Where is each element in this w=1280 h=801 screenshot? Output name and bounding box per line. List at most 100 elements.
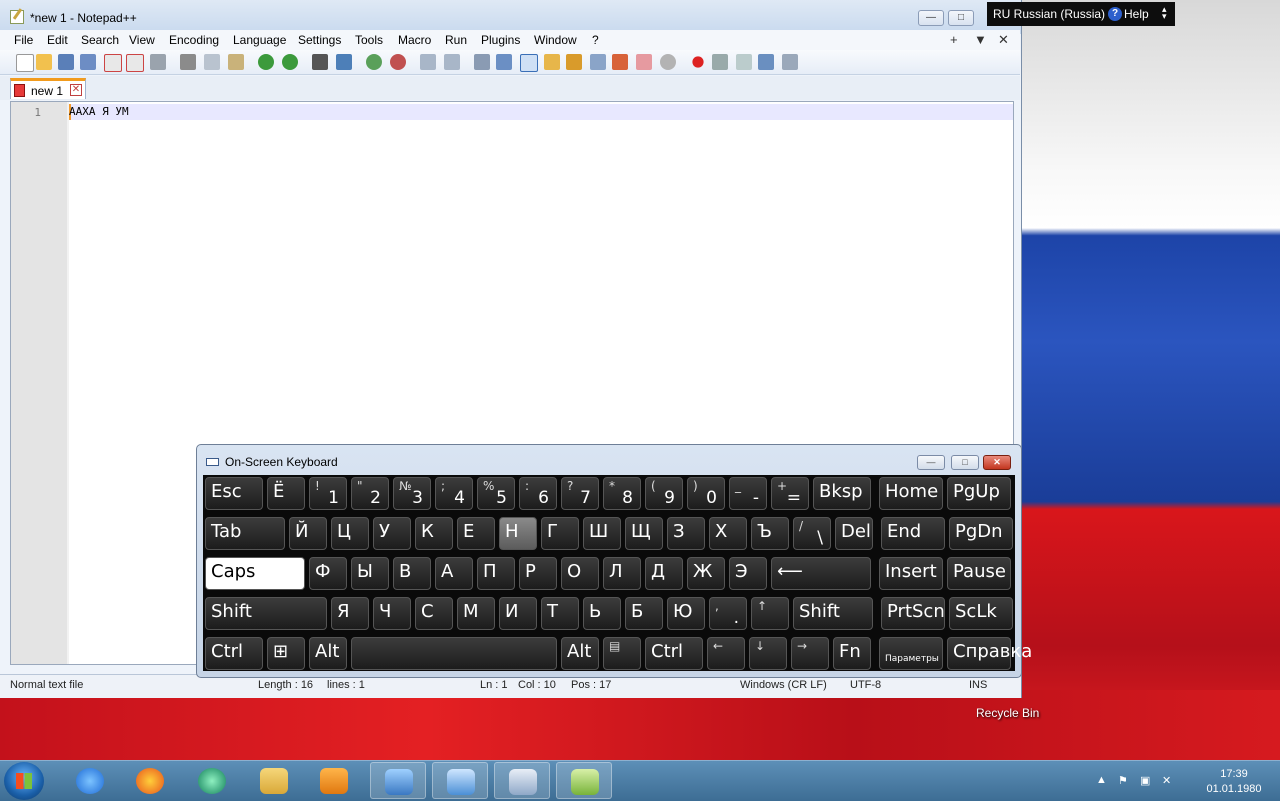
key-Ctrl[interactable]: Ctrl [645,637,703,670]
key-Ч[interactable]: Ч [373,597,411,630]
key-Del[interactable]: Del [835,517,873,550]
key-Fn[interactable]: Fn [833,637,871,670]
function-list-icon[interactable] [590,54,606,70]
key-⟵[interactable]: ⟵ [771,557,871,590]
osk-close-button[interactable]: ✕ [983,455,1011,470]
key-К[interactable]: К [415,517,453,550]
langbar-options-icon[interactable]: ▴ ▾ [1162,5,1167,21]
key-Bksp[interactable]: Bksp [813,477,871,510]
print-icon[interactable] [150,54,166,70]
key-*[interactable]: * 8 [603,477,641,510]
key-Tab[interactable]: Tab [205,517,285,550]
taskbar-on-screen-keyboard[interactable] [494,762,550,799]
monitoring-icon[interactable] [636,54,652,70]
key-Alt[interactable]: Alt [561,637,599,670]
maximize-button[interactable]: □ [948,10,974,26]
key-Й[interactable]: Й [289,517,327,550]
menu-encoding[interactable]: Encoding [169,33,219,47]
taskbar-chat-app[interactable] [184,762,240,799]
new-tab-icon[interactable]: + [950,32,958,47]
key-"[interactable]: " 2 [351,477,389,510]
key-Ы[interactable]: Ы [351,557,389,590]
taskbar-media-player[interactable] [306,762,362,799]
show-all-chars-icon[interactable] [496,54,512,70]
key-:[interactable]: :6 [519,477,557,510]
word-wrap-icon[interactable] [474,54,490,70]
key-Х[interactable]: Х [709,517,747,550]
macro-stop-icon[interactable] [712,54,728,70]
key-![interactable]: ! 1 [309,477,347,510]
menu-view[interactable]: View [129,33,155,47]
menu-plugins[interactable]: Plugins [481,33,520,47]
key-Р[interactable]: Р [519,557,557,590]
show-hidden-icons-icon[interactable]: ▲ [1096,774,1110,788]
menu-macro[interactable]: Macro [398,33,431,47]
macro-run-multiple-icon[interactable] [758,54,774,70]
help-link[interactable]: Help [1124,7,1149,21]
key-П[interactable]: П [477,557,515,590]
key-Т[interactable]: Т [541,597,579,630]
key-А[interactable]: А [435,557,473,590]
key-Ь[interactable]: Ь [583,597,621,630]
save-icon[interactable] [58,54,74,70]
user-language-icon[interactable] [544,54,560,70]
key-№[interactable]: № 3 [393,477,431,510]
key-↑[interactable]: ↑ [751,597,789,630]
key-Б[interactable]: Б [625,597,663,630]
key-В[interactable]: В [393,557,431,590]
zoom-out-icon[interactable] [390,54,406,70]
find-icon[interactable] [312,54,328,70]
sync-vertical-icon[interactable] [420,54,436,70]
key-PgUp[interactable]: PgUp [947,477,1011,510]
indent-guide-icon[interactable] [520,54,538,72]
close-all-icon[interactable] [126,54,144,72]
key-Д[interactable]: Д [645,557,683,590]
taskbar-notepad-plus-plus[interactable] [556,762,612,799]
key-,[interactable]: ,. [709,597,747,630]
key-;[interactable]: ; 4 [435,477,473,510]
key-/[interactable]: / \ [793,517,831,550]
document-map-icon[interactable] [566,54,582,70]
key-→[interactable]: → [791,637,829,670]
key-Л[interactable]: Л [603,557,641,590]
help-icon[interactable]: ? [1108,7,1122,21]
key-Справка[interactable]: Справка [947,637,1032,670]
recycle-bin-label[interactable]: Recycle Bin [976,706,1039,720]
clock[interactable]: 17:39 01.01.1980 [1194,767,1274,797]
key-Alt[interactable]: Alt [309,637,347,670]
key-Е[interactable]: Е [457,517,495,550]
key-↓[interactable]: ↓ [749,637,787,670]
menu-window[interactable]: Window [534,33,577,47]
key-С[interactable]: С [415,597,453,630]
macro-save-icon[interactable] [782,54,798,70]
action-center-flag-icon[interactable]: ⚑ [1118,774,1132,788]
paste-icon[interactable] [228,54,244,70]
menu-file[interactable]: File [14,33,33,47]
key-Esc[interactable]: Esc [205,477,263,510]
macro-record-icon[interactable] [692,56,704,68]
folder-workspace-icon[interactable] [612,54,628,70]
taskbar-internet-explorer[interactable] [62,762,118,799]
key-([interactable]: (9 [645,477,683,510]
key-▤[interactable]: ▤ [603,637,641,670]
key-Ё[interactable]: Ё [267,477,305,510]
osk-minimize-button[interactable]: — [917,455,945,470]
key-Shift[interactable]: Shift [793,597,873,630]
menu-tools[interactable]: Tools [355,33,383,47]
key-Параметры[interactable]: Параметры [879,637,943,670]
key-З[interactable]: З [667,517,705,550]
key-Home[interactable]: Home [879,477,943,510]
start-button[interactable] [4,762,44,800]
menu-edit[interactable]: Edit [47,33,68,47]
key-Pause[interactable]: Pause [947,557,1011,590]
macro-play-icon[interactable] [736,54,752,70]
key-Я[interactable]: Я [331,597,369,630]
code-text[interactable]: ААХА Я УМ [69,105,129,118]
key-Insert[interactable]: Insert [879,557,943,590]
copy-icon[interactable] [204,54,220,70]
cut-icon[interactable] [180,54,196,70]
key-?[interactable]: ? 7 [561,477,599,510]
key-Ctrl[interactable]: Ctrl [205,637,263,670]
key-И[interactable]: И [499,597,537,630]
replace-icon[interactable] [336,54,352,70]
